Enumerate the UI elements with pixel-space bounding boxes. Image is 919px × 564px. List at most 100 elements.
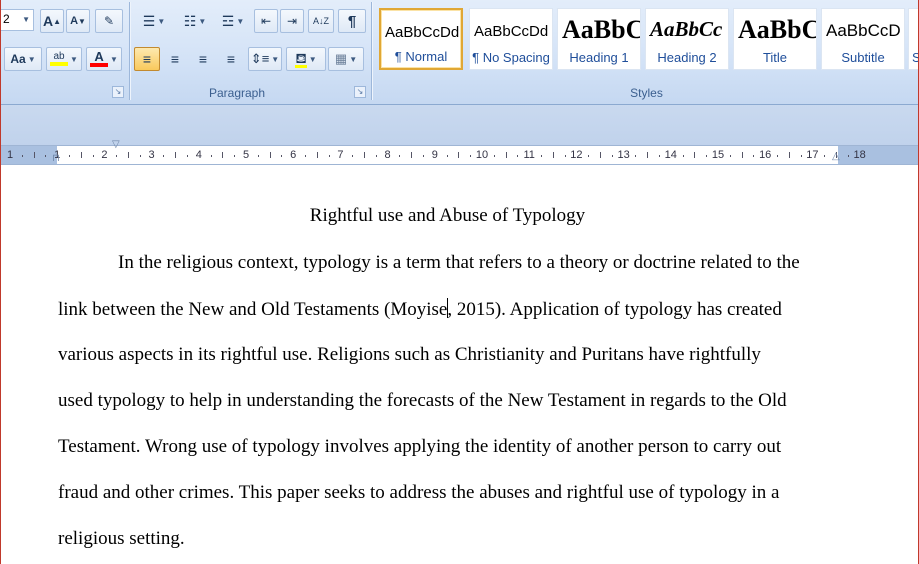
ruler-tick [588,155,590,157]
font-dialog-launcher[interactable]: ↘ [112,86,124,98]
align-center-button[interactable]: ≡ [162,47,188,71]
group-separator [129,2,130,100]
ruler-tick [694,152,696,158]
decrease-indent-button[interactable]: ⇤ [254,9,278,33]
align-left-icon: ≡ [142,51,152,67]
align-right-icon: ≡ [198,51,208,67]
ruler-number: 15 [711,149,725,161]
shrink-font-button[interactable]: A ▼ [66,9,90,33]
ruler-tick [175,152,177,158]
ruler-tick [364,152,365,158]
ruler-tick [659,155,660,157]
paragraph-line: various aspects in its rightful use. Rel… [58,344,761,365]
ruler-tick [210,155,212,157]
line-spacing-button[interactable]: ⇕≡ ▼ [248,47,282,71]
ruler-tick [281,155,283,157]
text-highlight-button[interactable]: ab ▼ [46,47,82,71]
document-title: Rightful use and Abuse of Typology [309,205,586,226]
style-heading-2[interactable]: AaBbCc Heading 2 [645,8,729,70]
numbering-button[interactable]: ☷ ▼ [176,9,214,33]
ruler-tick [517,155,519,157]
ruler-tick [541,155,542,157]
ruler-tick [69,155,70,157]
ruler-area: 1 1 2 3 4 5 6 7 8 9 10 11 12 13 14 15 16 17 18 ▽ ⊓ △ [0,105,919,165]
ruler-tick [788,152,790,158]
bullets-button[interactable]: ☰ ▼ [134,9,174,33]
paragraph-text: link between the New and Old Testaments … [58,299,448,320]
style-title[interactable]: AaBbC Title [733,8,817,70]
ruler-tick [635,155,637,157]
justify-button[interactable]: ≡ [218,47,244,71]
grow-font-button[interactable]: A ▲ [40,9,64,33]
paragraph-line: fraud and other crimes. This paper seeks… [58,482,780,503]
borders-button[interactable]: ▦ ▼ [328,47,364,71]
ruler-tick [505,152,507,158]
indent-icon: ⇥ [286,14,298,28]
ruler-tick [128,152,129,158]
paragraph-line: religious setting. [58,528,185,549]
increase-indent-button[interactable]: ⇥ [280,9,304,33]
ruler-tick [187,155,188,157]
pilcrow-icon: ¶ [347,12,357,30]
multilevel-list-button[interactable]: ☲ ▼ [216,9,250,33]
shading-button[interactable]: ⛾ ▼ [286,47,326,71]
ruler-number: 17 [806,149,819,161]
bullet-list-icon: ☰ [142,12,156,29]
ruler-tick [564,155,566,157]
ruler-number: 18 [853,149,866,161]
font-color-button[interactable]: A ▼ [86,47,122,71]
ruler-tick [647,152,649,158]
ruler-tick [328,155,330,157]
first-line-indent-marker[interactable]: ▽ [112,139,120,150]
align-right-button[interactable]: ≡ [190,47,216,71]
ruler-number: 11 [523,149,535,161]
style-subtitle[interactable]: AaBbCcD Subtitle [821,8,905,70]
sort-button[interactable]: A↓Z [308,9,334,33]
ruler-number: 12 [570,149,583,161]
hanging-indent-marker[interactable]: ⊓ [52,153,60,164]
ruler-tick [682,155,684,157]
align-center-icon: ≡ [170,51,180,67]
ruler-tick [423,155,424,157]
ruler-tick [552,152,554,158]
ruler-tick [493,155,495,157]
ruler-tick [139,155,141,157]
horizontal-ruler[interactable]: 1 1 2 3 4 5 6 7 8 9 10 11 12 13 14 15 16 17 18 ▽ ⊓ △ [0,139,919,165]
paint-bucket-icon: ⛾ [295,49,307,68]
paragraph-line: In the religious context, typology is a … [118,252,800,273]
ruler-tick [741,152,743,158]
clear-formatting-button[interactable]: ✎ [95,9,123,33]
ruler-tick [316,152,318,158]
justify-icon: ≡ [226,51,236,67]
style-no-spacing[interactable]: AaBbCcDd ¶ No Spacing [469,8,553,70]
document-page[interactable]: Rightful use and Abuse of Typology In th… [0,165,919,564]
styles-group-label: Styles [630,86,663,100]
window-border-left [0,0,1,564]
ribbon: 2 ▼ A ▲ A ▼ ✎ Aa ▼ ab ▼ A ▼ ↘ ☰ ▼ ☷ ▼ ☲ ▼ ⇤ ⇥ [0,0,919,105]
align-left-button[interactable]: ≡ [134,47,160,71]
paragraph-dialog-launcher[interactable]: ↘ [354,86,366,98]
right-indent-marker[interactable]: △ [832,151,840,162]
multilevel-list-icon: ☲ [221,12,235,29]
ruler-number: 9 [431,149,438,161]
ruler-number: 16 [759,149,772,161]
paragraph-line: used typology to help in understanding t… [58,390,787,411]
ruler-number: 14 [664,149,677,161]
change-case-button[interactable]: Aa ▼ [4,47,42,71]
ruler-tick [80,152,82,158]
font-color-bar [90,63,109,67]
ruler-tick [257,155,259,157]
show-formatting-button[interactable]: ¶ [338,9,366,33]
ruler-tick [753,155,755,157]
eraser-icon: ✎ [103,14,115,28]
style-heading-1[interactable]: AaBbC Heading 1 [557,8,641,70]
line-spacing-icon: ⇕≡ [250,51,270,66]
font-size-input[interactable]: 2 ▼ [0,9,34,31]
ruler-number: 10 [475,149,489,161]
ruler-number: 8 [384,149,391,161]
style-normal[interactable]: AaBbCcDd ¶ Normal [379,8,463,70]
ruler-tick [305,155,306,157]
ruler-tick [611,155,613,157]
ruler-tick [411,152,413,158]
ruler-right-margin [838,146,919,164]
